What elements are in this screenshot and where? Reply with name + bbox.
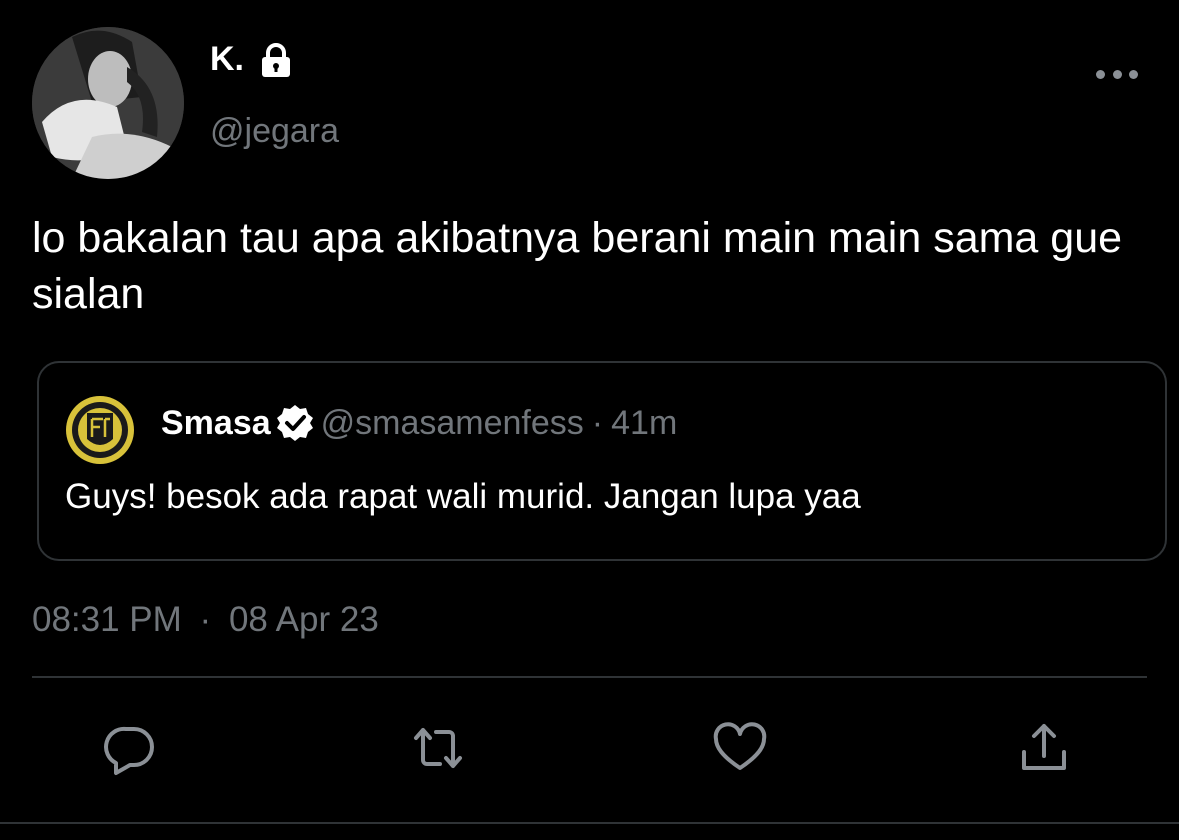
tweet-time[interactable]: 08:31 PM — [32, 600, 182, 639]
author-name[interactable]: K. — [210, 40, 244, 79]
meta-separator: · — [199, 600, 212, 639]
quoted-tweet[interactable]: Smasa @smasamenfess · 41m Guys! besok ad… — [37, 361, 1167, 561]
quote-separator: · — [591, 403, 604, 442]
school-logo-icon — [66, 396, 134, 464]
author-avatar[interactable] — [32, 27, 184, 179]
divider — [32, 676, 1147, 678]
tweet-date[interactable]: 08 Apr 23 — [229, 600, 379, 639]
like-icon[interactable] — [710, 718, 770, 778]
lock-icon — [258, 42, 294, 78]
avatar-image — [32, 27, 184, 179]
quote-avatar[interactable] — [65, 395, 135, 465]
quote-text: Guys! besok ada rapat wali murid. Jangan… — [65, 477, 861, 516]
quote-age: 41m — [611, 403, 678, 442]
retweet-icon[interactable] — [408, 718, 468, 778]
action-bar — [0, 718, 1179, 778]
reply-icon[interactable] — [100, 718, 160, 778]
verified-badge-icon — [275, 403, 315, 443]
quote-author-handle[interactable]: @smasamenfess — [321, 404, 584, 443]
author-name-row: K. — [210, 40, 294, 79]
bottom-divider — [0, 822, 1179, 824]
quote-author-name[interactable]: Smasa — [161, 404, 271, 443]
tweet-text: lo bakalan tau apa akibatnya berani main… — [32, 214, 1123, 318]
share-icon[interactable] — [1014, 718, 1074, 778]
more-icon[interactable] — [1096, 62, 1138, 86]
tweet-meta: 08:31 PM · 08 Apr 23 — [32, 600, 379, 640]
quote-header: Smasa @smasamenfess · 41m — [161, 403, 677, 443]
author-handle[interactable]: @jegara — [210, 112, 339, 151]
